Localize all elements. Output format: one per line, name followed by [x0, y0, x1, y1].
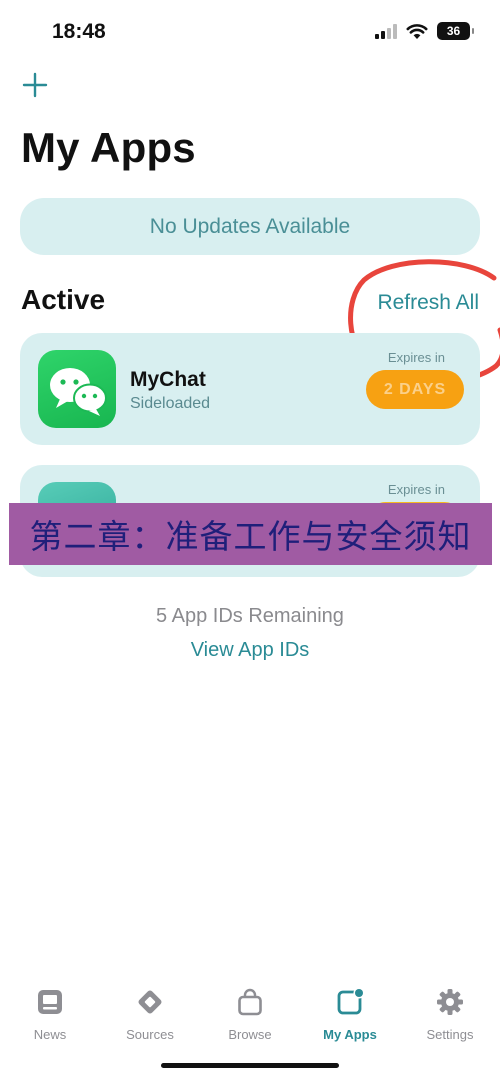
app-name: MyChat	[130, 368, 206, 391]
view-app-ids-link[interactable]: View App IDs	[0, 639, 500, 662]
active-section-title: Active	[21, 284, 106, 315]
overlay-caption-banner: 第二章：准备工作与安全须知	[9, 503, 492, 565]
updates-status-text: No Updates Available	[149, 214, 351, 238]
tab-settings[interactable]: Settings	[400, 976, 500, 1068]
tab-sources[interactable]: Sources	[100, 976, 200, 1068]
app-ids-remaining: 5 App IDs Remaining	[156, 605, 344, 627]
add-source-button[interactable]	[22, 72, 48, 98]
updates-banner[interactable]: No Updates Available	[20, 198, 480, 255]
tab-news[interactable]: News	[0, 976, 100, 1068]
battery-icon: 36	[437, 22, 474, 40]
expires-badge-button[interactable]: 2 DAYS	[366, 370, 464, 409]
gear-icon	[437, 989, 463, 1015]
expires-label: Expires in	[387, 350, 445, 365]
chat-bubbles-icon	[38, 350, 116, 428]
browse-bag-icon	[238, 988, 262, 1016]
tab-bar: News Sources Browse My Apps Settings	[0, 976, 500, 1068]
wifi-icon	[406, 23, 428, 39]
app-status: Sideloaded	[130, 395, 211, 412]
sources-icon	[138, 990, 162, 1014]
battery-level: 36	[446, 24, 461, 38]
refresh-all-button[interactable]: Refresh All	[377, 291, 479, 315]
cellular-signal-icon	[375, 23, 397, 39]
status-icons: 36	[375, 22, 474, 40]
expires-label: Expires in	[387, 482, 445, 497]
tab-label: News	[33, 1027, 67, 1042]
tab-label: Browse	[228, 1027, 272, 1042]
status-bar: 18:48 36	[0, 0, 500, 64]
tab-label: Sources	[126, 1027, 174, 1042]
tab-label: My Apps	[323, 1027, 377, 1042]
app-card-mychat[interactable]: MyChat Sideloaded Expires in 2 DAYS	[20, 333, 480, 445]
overlay-caption-text: 第二章：准备工作与安全须知	[29, 517, 472, 556]
tab-my-apps[interactable]: My Apps	[300, 976, 400, 1068]
status-time: 18:48	[52, 20, 106, 43]
home-indicator	[161, 1063, 339, 1068]
page-title: My Apps	[21, 124, 196, 171]
tab-browse[interactable]: Browse	[200, 976, 300, 1068]
my-apps-icon	[337, 987, 365, 1015]
tab-label: Settings	[426, 1027, 474, 1042]
news-icon	[38, 990, 62, 1014]
